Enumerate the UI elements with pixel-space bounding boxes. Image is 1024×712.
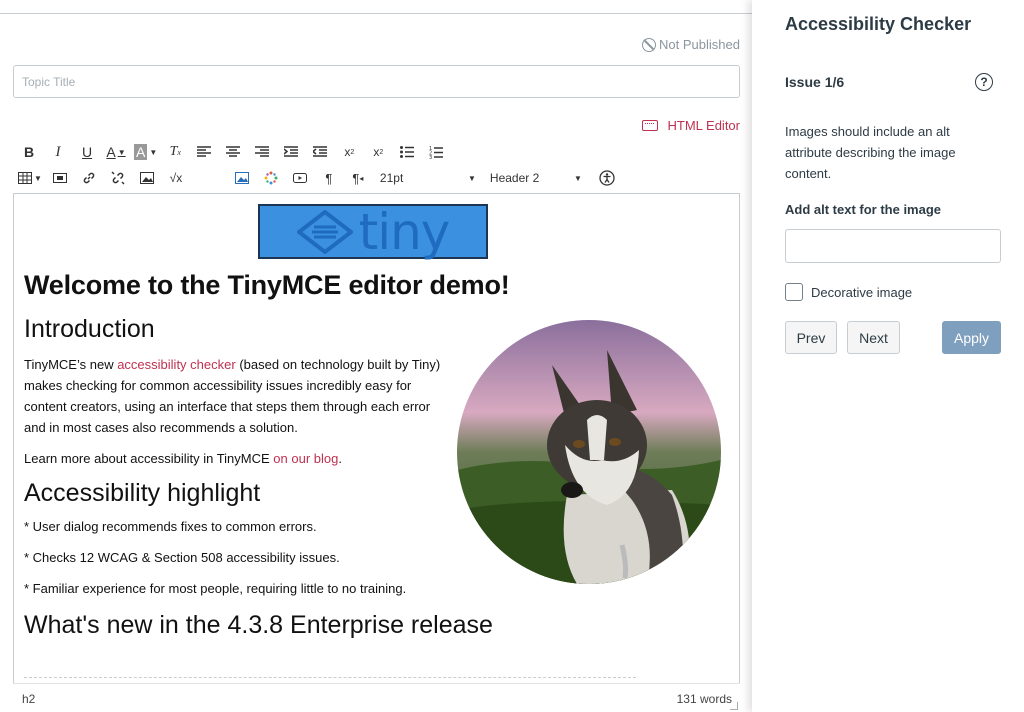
indent-icon[interactable] — [280, 141, 302, 163]
bullet-list-icon[interactable] — [396, 141, 418, 163]
help-icon[interactable]: ? — [975, 73, 993, 91]
insert-image-icon[interactable] — [231, 167, 253, 189]
toolbar-row-1: B I U A ▼ A ▼ Tx x2 x2 123 — [18, 141, 454, 163]
editor-statusbar: h2 131 words — [13, 683, 740, 712]
rtl-direction-icon[interactable]: ¶ ◂ — [347, 167, 369, 189]
outdent-icon[interactable] — [309, 141, 331, 163]
alt-text-label: Add alt text for the image — [785, 202, 942, 217]
logo-wordmark: tiny — [358, 202, 451, 261]
accessibility-checker-panel: Accessibility Checker Issue 1/6 ? Images… — [752, 0, 1024, 712]
font-size-select[interactable]: 21pt ▼ — [380, 167, 476, 189]
media-icon[interactable] — [49, 167, 71, 189]
panel-title: Accessibility Checker — [785, 14, 972, 34]
issue-counter: Issue 1/6 — [785, 74, 845, 90]
blog-link[interactable]: on our blog — [273, 451, 338, 466]
html-editor-label: HTML Editor — [667, 118, 740, 133]
top-divider — [0, 13, 752, 14]
apply-button[interactable]: Apply — [942, 321, 1001, 354]
text-color-icon[interactable]: A ▼ — [105, 141, 127, 163]
image-icon[interactable] — [136, 167, 158, 189]
equation-icon[interactable]: √x — [165, 167, 187, 189]
bold-icon[interactable]: B — [18, 141, 40, 163]
not-published-icon — [642, 37, 657, 52]
alt-text-input[interactable] — [785, 229, 1001, 263]
chevron-down-icon: ▼ — [574, 173, 582, 183]
intro-paragraph: TinyMCE’s new accessibility checker (bas… — [24, 357, 441, 435]
accessibility-checker-icon[interactable] — [596, 167, 618, 189]
release-heading: What's new in the 4.3.8 Enterprise relea… — [24, 611, 493, 639]
decorative-image-label: Decorative image — [811, 284, 913, 300]
block-format-value: Header 2 — [489, 171, 540, 185]
video-icon[interactable] — [289, 167, 311, 189]
accessibility-checker-link[interactable]: accessibility checker — [117, 357, 236, 372]
align-right-icon[interactable] — [251, 141, 273, 163]
prev-button[interactable]: Prev — [785, 321, 837, 354]
clear-formatting-icon[interactable]: Tx — [164, 141, 186, 163]
page-heading: Welcome to the TinyMCE editor demo! — [24, 270, 510, 300]
table-icon[interactable]: ▼ — [18, 167, 42, 189]
bullet-item: * Familiar experience for most people, r… — [24, 581, 407, 596]
editor-pane: Not Published HTML Editor B I U A▼ A▼ Tx… — [0, 0, 752, 712]
ltr-direction-icon[interactable]: ¶ — [318, 167, 340, 189]
background-color-icon[interactable]: A ▼ — [134, 141, 157, 163]
link-icon[interactable] — [78, 167, 100, 189]
superscript-icon[interactable]: x2 — [338, 141, 360, 163]
word-count: 131 words — [676, 692, 732, 706]
numbered-list-icon[interactable]: 123 — [425, 141, 447, 163]
italic-icon[interactable]: I — [47, 141, 69, 163]
subscript-icon[interactable]: x2 — [367, 141, 389, 163]
keyboard-icon — [641, 120, 658, 131]
resize-handle[interactable] — [730, 702, 738, 710]
blog-paragraph: Learn more about accessibility in TinyMC… — [24, 451, 342, 466]
topic-title-input[interactable] — [13, 65, 740, 98]
apps-icon[interactable] — [260, 167, 282, 189]
font-size-value: 21pt — [379, 171, 404, 185]
decorative-image-checkbox[interactable] — [785, 283, 803, 301]
unlink-icon[interactable] — [107, 167, 129, 189]
toolbar-row-2: ▼ √x ¶ ¶ ◂ 21pt ▼ Header 2 ▼ — [18, 167, 625, 189]
align-center-icon[interactable] — [222, 141, 244, 163]
publish-status-label: Not Published — [659, 37, 740, 52]
block-format-select[interactable]: Header 2 ▼ — [490, 167, 582, 189]
section-divider — [24, 677, 636, 678]
html-editor-link[interactable]: HTML Editor — [641, 118, 740, 133]
decorative-image-toggle[interactable]: Decorative image — [785, 283, 912, 301]
editor-content-area[interactable]: tiny Welcome to the TinyMCE editor demo!… — [13, 193, 740, 683]
chevron-down-icon: ▼ — [468, 173, 476, 183]
svg-text:3: 3 — [429, 155, 432, 159]
husky-image[interactable] — [457, 320, 721, 584]
align-left-icon[interactable] — [193, 141, 215, 163]
element-path[interactable]: h2 — [22, 692, 35, 706]
publish-status: Not Published — [642, 37, 740, 52]
tiny-logo-image[interactable]: tiny — [258, 204, 488, 259]
next-button[interactable]: Next — [847, 321, 900, 354]
issue-message: Images should include an alt attribute d… — [785, 124, 956, 181]
tiny-logo-icon — [296, 209, 353, 254]
underline-icon[interactable]: U — [76, 141, 98, 163]
